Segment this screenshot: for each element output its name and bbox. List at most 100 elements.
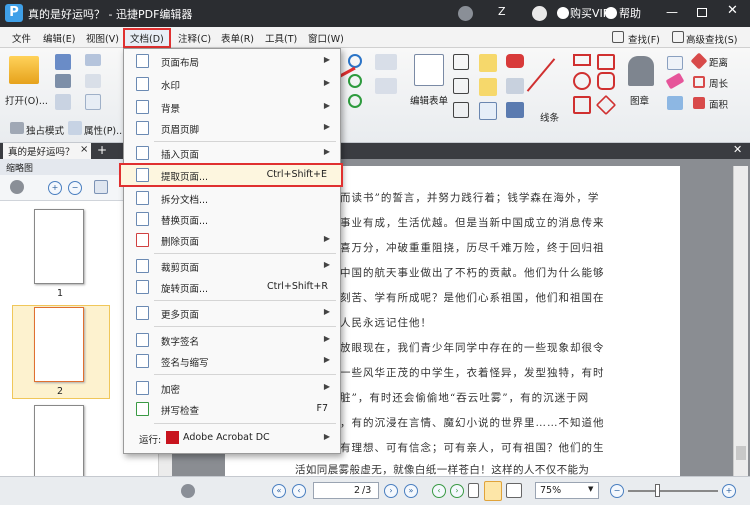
gear-icon[interactable] — [10, 180, 24, 194]
thumbnail-page-1[interactable] — [34, 209, 84, 284]
menu-tools[interactable]: 工具(T) — [265, 31, 297, 45]
stamp-label[interactable]: 图章 — [630, 93, 649, 107]
save-icon[interactable] — [55, 54, 71, 70]
first-page-icon[interactable]: « — [272, 484, 286, 498]
user-avatar-icon[interactable] — [458, 6, 473, 21]
menu-item-replace-pages[interactable]: 替换页面... — [124, 209, 340, 229]
thumbnail-page-3[interactable] — [34, 405, 84, 480]
scrollbar-thumb[interactable] — [736, 446, 746, 460]
open-button-label[interactable]: 打开(O)... — [5, 93, 48, 107]
zoom-select[interactable]: 75% ▼ — [535, 482, 599, 499]
sync-icon[interactable] — [532, 6, 547, 21]
maximize-button[interactable] — [697, 8, 707, 17]
minimize-button[interactable]: — — [666, 5, 678, 19]
menu-item-page-layout[interactable]: 页面布局 ▶ — [124, 51, 340, 71]
close-tab-icon[interactable]: × — [80, 144, 88, 155]
document-tab[interactable]: 真的是好运吗？ — [3, 143, 91, 159]
continuous-page-icon[interactable] — [484, 481, 502, 501]
menu-item-encrypt[interactable]: 加密 ▶ — [124, 378, 340, 398]
distance-label[interactable]: 距离 — [709, 55, 728, 69]
note-icon[interactable] — [506, 54, 524, 68]
menu-item-digital-signature[interactable]: 数字签名 ▶ — [124, 330, 340, 350]
menu-item-header-footer[interactable]: 页眉页脚 ▶ — [124, 118, 340, 138]
menu-item-background[interactable]: 背景 ▶ — [124, 97, 340, 117]
fit-page-icon[interactable] — [375, 54, 397, 70]
shape-tool-icon[interactable] — [595, 94, 617, 116]
rectangle-tool-icon[interactable] — [573, 96, 591, 114]
zoom-out-thumb-icon[interactable]: − — [68, 181, 82, 195]
email-icon[interactable] — [85, 54, 101, 66]
properties-label[interactable]: 属性(P)... — [84, 123, 125, 137]
print-icon[interactable] — [55, 74, 71, 88]
thumb-rotate-icon[interactable] — [94, 180, 108, 194]
edit-form-label[interactable]: 编辑表单 — [410, 93, 448, 107]
menu-item-extract-pages[interactable]: 提取页面... Ctrl+Shift+E — [119, 163, 343, 187]
textbox-icon[interactable] — [479, 102, 497, 120]
menu-item-run-acrobat[interactable]: 运行: Adobe Acrobat DC ▶ — [124, 428, 340, 448]
highlight-icon[interactable] — [667, 96, 683, 110]
menu-item-watermark[interactable]: 水印 ▶ — [124, 74, 340, 94]
menu-comment[interactable]: 注释(C) — [178, 31, 211, 45]
edit-form-icon[interactable] — [414, 54, 444, 86]
arrow-tool-icon[interactable] — [573, 54, 591, 66]
menu-item-split-document[interactable]: 拆分文档... — [124, 188, 340, 208]
exclusive-mode-icon[interactable] — [10, 122, 24, 134]
zoom-slider[interactable] — [628, 490, 718, 492]
menu-item-spell-check[interactable]: 拼写检查 F7 — [124, 399, 340, 419]
cloud-tool-icon[interactable] — [597, 72, 615, 90]
page-number-input[interactable]: 2 /3 — [313, 482, 379, 499]
line-tool-label[interactable]: 线条 — [540, 110, 559, 124]
text-field-icon[interactable] — [453, 54, 469, 70]
menu-file[interactable]: 文件 — [12, 31, 31, 45]
text-tool-icon[interactable] — [479, 54, 497, 72]
close-button[interactable]: ✕ — [727, 3, 738, 18]
buy-vip-link[interactable]: 购买VIP — [570, 5, 609, 21]
advanced-find-button[interactable]: 高级查找(S) — [686, 32, 737, 46]
menu-item-crop-pages[interactable]: 裁剪页面 ▶ — [124, 256, 340, 276]
zoom-slider-handle[interactable] — [655, 484, 660, 497]
menu-item-delete-pages[interactable]: 删除页面 ▶ — [124, 230, 340, 250]
perimeter-icon[interactable] — [693, 76, 705, 88]
properties-icon[interactable] — [68, 121, 82, 135]
area-label[interactable]: 面积 — [709, 97, 728, 111]
advanced-find-icon[interactable] — [672, 31, 684, 43]
menu-item-rotate-pages[interactable]: 旋转页面... Ctrl+Shift+R — [124, 277, 340, 297]
last-page-icon[interactable]: » — [404, 484, 418, 498]
next-page-icon[interactable]: › — [384, 484, 398, 498]
menu-window[interactable]: 窗口(W) — [308, 31, 344, 45]
document-scrollbar[interactable] — [733, 166, 748, 476]
user-name[interactable]: Z — [498, 5, 506, 18]
attach-icon[interactable] — [506, 78, 524, 94]
menu-document[interactable]: 文档(D) — [123, 28, 171, 48]
forward-icon[interactable]: › — [450, 484, 464, 498]
line-tool-icon[interactable] — [526, 58, 556, 92]
polygon-tool-icon[interactable] — [597, 54, 615, 70]
settings-icon[interactable] — [85, 94, 101, 110]
list-field-icon[interactable] — [453, 102, 469, 118]
menu-item-insert-page[interactable]: 插入页面 ▶ — [124, 143, 340, 163]
sound-icon[interactable] — [506, 102, 524, 118]
zoom-out-icon[interactable]: − — [610, 484, 624, 498]
menu-form[interactable]: 表单(R) — [221, 31, 254, 45]
hand-tool-icon[interactable] — [667, 56, 683, 70]
status-gear-icon[interactable] — [181, 484, 195, 498]
menu-edit[interactable]: 编辑(E) — [43, 31, 75, 45]
distance-icon[interactable] — [690, 52, 708, 70]
help-icon[interactable] — [605, 7, 617, 19]
perimeter-label[interactable]: 周长 — [709, 76, 728, 90]
stamp-icon[interactable] — [628, 56, 654, 86]
menu-view[interactable]: 视图(V) — [86, 31, 119, 45]
prev-page-icon[interactable]: ‹ — [292, 484, 306, 498]
close-document-icon[interactable]: ✕ — [733, 143, 742, 156]
single-page-icon[interactable] — [468, 483, 479, 498]
find-icon[interactable] — [612, 31, 624, 43]
new-tab-icon[interactable]: + — [97, 143, 107, 157]
vip-icon[interactable] — [557, 7, 569, 19]
find-button[interactable]: 查找(F) — [628, 32, 660, 46]
help-link[interactable]: 帮助 — [619, 5, 641, 21]
ellipse-tool-icon[interactable] — [573, 72, 591, 90]
area-icon[interactable] — [693, 97, 705, 109]
facing-page-icon[interactable] — [506, 483, 522, 498]
open-folder-icon[interactable] — [9, 56, 39, 84]
eraser-icon[interactable] — [665, 72, 685, 90]
